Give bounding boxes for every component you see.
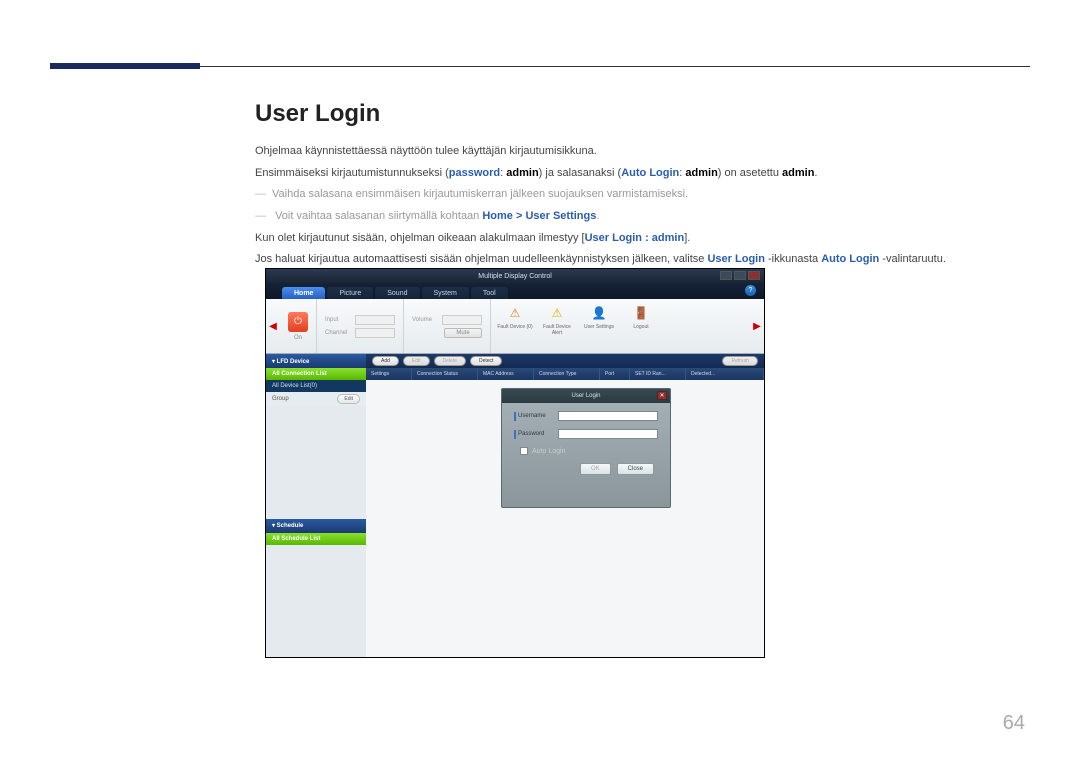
input-select[interactable] <box>355 315 395 325</box>
login-close-button[interactable]: ✕ <box>657 391 667 400</box>
grid-delete-button[interactable]: Delete <box>434 356 466 366</box>
note-2: Voit vaihtaa salasanan siirtymällä kohta… <box>255 207 1030 226</box>
field-bar-icon <box>514 412 516 421</box>
tab-picture[interactable]: Picture <box>327 287 373 299</box>
toolbar-nav-right[interactable]: ▶ <box>750 299 764 353</box>
window-controls <box>720 271 760 280</box>
sidebar-all-device[interactable]: All Device List(0) <box>266 380 366 392</box>
col-settings[interactable]: Settings <box>366 368 412 380</box>
login-body: Username Password Auto Login <box>502 403 670 483</box>
logout-icon: 🚪 <box>631 303 651 323</box>
volume-group: Volume Mute <box>404 299 491 353</box>
sidebar-all-schedule[interactable]: All Schedule List <box>266 533 366 545</box>
sidebar-spacer-2 <box>266 545 366 658</box>
toolbar-nav-left[interactable]: ◀ <box>266 299 280 353</box>
auto-login-checkbox[interactable] <box>520 447 528 455</box>
auto-login-label: Auto Login <box>532 448 565 455</box>
grid-edit-button[interactable]: Edit <box>403 356 430 366</box>
username-row: Username <box>514 411 658 421</box>
help-button[interactable]: ? <box>745 285 756 296</box>
input-label: Input <box>325 317 351 323</box>
username-label: Username <box>518 413 556 419</box>
sidebar-lfd-header[interactable]: ▾ LFD Device <box>266 354 366 368</box>
power-group: ⏻ On <box>280 299 317 353</box>
source-group: Input Channel <box>317 299 404 353</box>
auto-login-row: Auto Login <box>520 447 658 455</box>
login-close-btn[interactable]: Close <box>617 463 654 475</box>
volume-value[interactable] <box>442 315 482 325</box>
password-input[interactable] <box>558 429 658 439</box>
volume-label: Volume <box>412 317 438 323</box>
col-mac-address[interactable]: MAC Address <box>478 368 534 380</box>
login-ok-button[interactable]: OK <box>580 463 611 475</box>
tab-sound[interactable]: Sound <box>375 287 419 299</box>
login-button-row: OK Close <box>514 463 658 475</box>
grid-toolbar: Add Edit Delete Detect Refresh <box>366 354 764 368</box>
sidebar-all-connection[interactable]: All Connection List <box>266 368 366 380</box>
fault-alert-icon: ⚠ <box>547 303 567 323</box>
fault-device-button[interactable]: ⚠ Fault Device (0) <box>497 303 533 351</box>
col-detected[interactable]: Detected... <box>686 368 764 380</box>
user-settings-icon: 👤 <box>589 303 609 323</box>
app-window: Multiple Display Control Home Picture So… <box>265 268 765 658</box>
channel-label: Channel <box>325 330 351 336</box>
app-title: Multiple Display Control <box>478 273 552 280</box>
tab-system[interactable]: System <box>422 287 469 299</box>
grid-detect-button[interactable]: Detect <box>470 356 502 366</box>
intro-paragraph-2: Ensimmäiseksi kirjautumistunnukseksi (pa… <box>255 164 1030 183</box>
user-settings-button[interactable]: 👤 User Settings <box>581 303 617 351</box>
maximize-button[interactable] <box>734 271 746 280</box>
power-on-button[interactable]: ⏻ <box>288 312 308 332</box>
channel-select[interactable] <box>355 328 395 338</box>
titlebar: Multiple Display Control <box>266 269 764 283</box>
intro-paragraph-3: Kun olet kirjautunut sisään, ohjelman oi… <box>255 229 1030 248</box>
sidebar-schedule-header[interactable]: ▾ Schedule <box>266 519 366 533</box>
page-top-accent <box>50 63 200 69</box>
group-label: Group <box>272 396 289 402</box>
login-titlebar: User Login ✕ <box>502 389 670 403</box>
toolbar: ◀ ⏻ On Input Channel Volume Mute <box>266 299 764 354</box>
sidebar-spacer-1 <box>266 406 366 519</box>
main-body: ▾ LFD Device All Connection List All Dev… <box>266 354 764 657</box>
col-connection-type[interactable]: Connection Type <box>534 368 600 380</box>
intro-paragraph-4: Jos haluat kirjautua automaattisesti sis… <box>255 250 1030 269</box>
grid-add-button[interactable]: Add <box>372 356 399 366</box>
page-content: User Login Ohjelmaa käynnistettäessä näy… <box>255 100 1030 272</box>
fault-device-icon: ⚠ <box>505 303 525 323</box>
group-edit-button[interactable]: Edit <box>337 394 360 404</box>
fault-alert-button[interactable]: ⚠ Fault Device Alert <box>539 303 575 351</box>
intro-paragraph-1: Ohjelmaa käynnistettäessä näyttöön tulee… <box>255 142 1030 161</box>
minimize-button[interactable] <box>720 271 732 280</box>
right-icon-group: ⚠ Fault Device (0) ⚠ Fault Device Alert … <box>491 299 665 353</box>
main-tabs: Home Picture Sound System Tool ? <box>266 283 764 299</box>
col-port[interactable]: Port <box>600 368 630 380</box>
grid-header: Settings Connection Status MAC Address C… <box>366 368 764 380</box>
tab-home[interactable]: Home <box>282 287 325 299</box>
grid-refresh-button[interactable]: Refresh <box>722 356 758 366</box>
power-label: On <box>288 335 308 341</box>
login-title-text: User Login <box>571 393 600 399</box>
note-1: Vaihda salasana ensimmäisen kirjautumisk… <box>255 185 1030 204</box>
col-connection-status[interactable]: Connection Status <box>412 368 478 380</box>
grid-body: User Login ✕ Username Password <box>366 380 764 657</box>
tab-tool[interactable]: Tool <box>471 287 508 299</box>
logout-button[interactable]: 🚪 Logout <box>623 303 659 351</box>
grid-area: Add Edit Delete Detect Refresh Settings … <box>366 354 764 657</box>
page-number: 64 <box>1003 712 1025 735</box>
mute-button[interactable]: Mute <box>444 328 482 338</box>
username-input[interactable] <box>558 411 658 421</box>
password-label: Password <box>518 431 556 437</box>
sidebar: ▾ LFD Device All Connection List All Dev… <box>266 354 366 657</box>
page-heading: User Login <box>255 100 1030 128</box>
field-bar-icon <box>514 430 516 439</box>
password-row: Password <box>514 429 658 439</box>
login-dialog: User Login ✕ Username Password <box>501 388 671 508</box>
sidebar-group-row: Group Edit <box>266 392 366 406</box>
col-set-id[interactable]: SET ID Ran... <box>630 368 686 380</box>
window-close-button[interactable] <box>748 271 760 280</box>
